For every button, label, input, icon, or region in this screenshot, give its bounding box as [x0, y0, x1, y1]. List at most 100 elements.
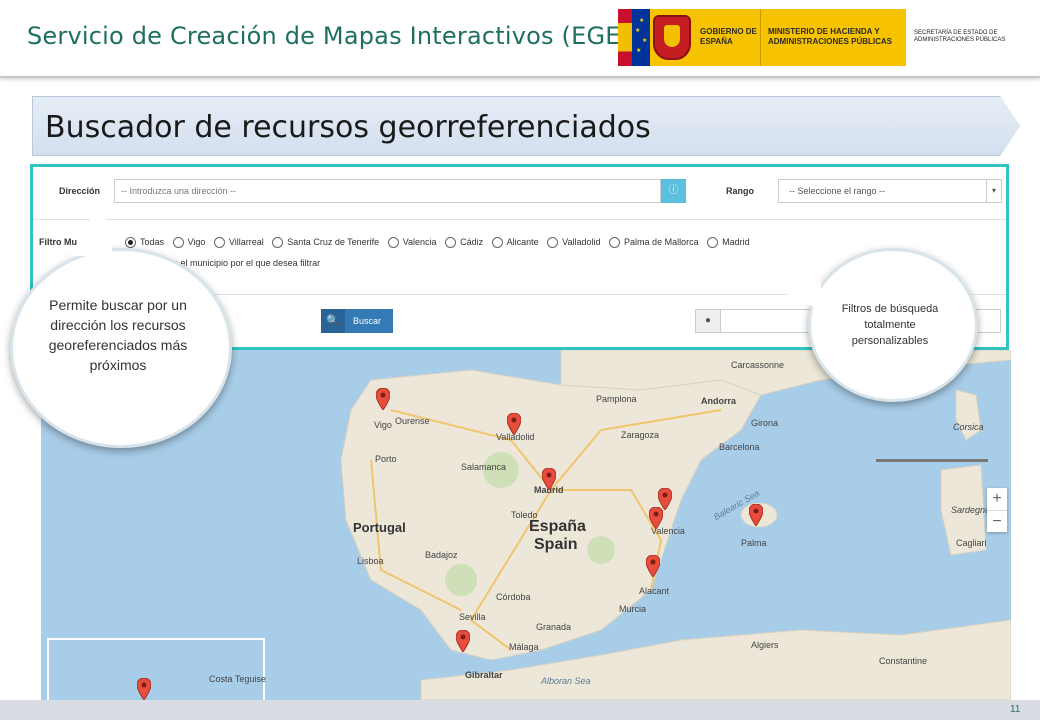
radio-circle-icon	[707, 237, 719, 249]
radio-madrid[interactable]: Madrid	[707, 237, 750, 249]
map-label-pamplona: Pamplona	[596, 394, 637, 404]
map-label-toledo: Toledo	[511, 510, 538, 520]
map-marker-valladolid[interactable]	[507, 413, 521, 435]
map-zoom-controls: + −	[987, 488, 1007, 532]
map-label-murcia: Murcia	[619, 604, 647, 614]
zoom-in-button[interactable]: +	[987, 488, 1007, 511]
radio-label-vigo: Vigo	[187, 237, 206, 247]
map-label-salamanca: Salamanca	[461, 462, 507, 472]
buscar-label: Buscar	[353, 316, 382, 326]
map-marker-santa-cruz[interactable]	[137, 678, 151, 700]
map-label-espana: España	[529, 518, 586, 535]
radio-label-palma: Palma de Mallorca	[624, 237, 699, 247]
map-marker-cadiz[interactable]	[456, 630, 470, 652]
map-marker-alicante[interactable]	[646, 555, 660, 577]
map-marker-vigo[interactable]	[376, 388, 390, 410]
page-title: Servicio de Creación de Mapas Interactiv…	[27, 22, 650, 50]
filtro-label: Filtro Mu	[39, 237, 77, 247]
radio-circle-icon	[609, 237, 621, 249]
map-label-granada: Granada	[536, 622, 572, 632]
radio-circle-icon	[445, 237, 457, 249]
zoom-out-button[interactable]: −	[987, 511, 1007, 533]
section-title: Buscador de recursos georreferenciados	[45, 110, 651, 145]
ministerio-text: MINISTERIO DE HACIENDA Y ADMINISTRACIONE…	[768, 27, 893, 46]
rango-select-value: -- Seleccione el rango --	[789, 186, 886, 196]
map-label-algiers: Algiers	[751, 640, 779, 650]
direccion-label: Dirección	[59, 186, 101, 196]
map-label-lisboa: Lisboa	[357, 556, 384, 566]
map-label-corsica: Corsica	[953, 422, 984, 432]
radio-label-todas: Todas	[140, 237, 165, 247]
rango-select[interactable]: -- Seleccione el rango -- ▾	[778, 179, 1002, 203]
radio-valencia[interactable]: Valencia	[387, 237, 437, 249]
callout-filtros-text: Filtros de búsqueda totalmente personali…	[841, 303, 939, 347]
callout-pointer	[781, 281, 821, 311]
radio-selected-icon	[125, 237, 136, 249]
radio-label-madrid: Madrid	[722, 237, 750, 247]
map-label-cagliari: Cagliari	[956, 538, 987, 548]
chevron-down-icon: ▾	[986, 180, 1001, 202]
callout-pointer	[73, 196, 113, 256]
map-label-sevilla: Sevilla	[459, 612, 486, 622]
map-label-barcelona: Barcelona	[719, 442, 760, 452]
search-icon: 🔍	[321, 309, 345, 333]
radio-circle-icon	[547, 237, 559, 249]
radio-villarreal[interactable]: Villarreal	[213, 237, 264, 249]
map-label-costa-teguise: Costa Teguise	[209, 674, 266, 684]
direccion-input[interactable]: -- Introduzca una dirección --	[114, 179, 661, 203]
logo-divider	[760, 9, 761, 66]
gobierno-logo: ★ ★ ★ ★ GOBIERNO DE ESPAÑA MINISTERIO DE HA…	[618, 9, 906, 66]
eu-flag-icon: ★ ★ ★ ★	[632, 9, 650, 66]
map-label-cordoba: Córdoba	[496, 592, 531, 602]
radio-label-alicante: Alicante	[506, 237, 539, 247]
radio-circle-icon	[272, 237, 284, 249]
map-divider-line	[876, 459, 988, 462]
map-label-alboran: Alboran Sea	[541, 676, 591, 686]
map-label-spain: Spain	[534, 536, 578, 553]
radio-todas[interactable]: Todas	[125, 237, 165, 249]
canarias-inset[interactable]: Costa Teguise	[47, 638, 266, 700]
page-number: 11	[1010, 704, 1021, 715]
globe-icon: ●	[696, 310, 721, 332]
map-label-portugal: Portugal	[353, 520, 406, 535]
radio-palma[interactable]: Palma de Mallorca	[609, 237, 699, 249]
radio-vigo[interactable]: Vigo	[172, 237, 206, 249]
callout-direccion: Permite buscar por un dirección los recu…	[10, 196, 232, 448]
radio-circle-icon	[387, 237, 399, 249]
radio-valladolid[interactable]: Valladolid	[547, 237, 601, 249]
map-label-constantine: Constantine	[879, 656, 928, 666]
secretaria-text: SECRETARÍA DE ESTADO DE ADMINISTRACIONES…	[914, 30, 1006, 43]
map-marker-madrid[interactable]	[542, 468, 556, 490]
radio-circle-icon	[491, 237, 503, 249]
map-label-malaga: Málaga	[509, 642, 539, 652]
spain-flag-icon	[618, 9, 632, 66]
section-header: Buscador de recursos georreferenciados	[32, 96, 1020, 156]
map-label-alacant: Alacant	[639, 586, 670, 596]
header: Servicio de Creación de Mapas Interactiv…	[0, 0, 1040, 78]
map-label-porto: Porto	[375, 454, 397, 464]
radio-circle-icon	[172, 237, 184, 249]
callout-direccion-text: Permite buscar por un dirección los recu…	[48, 297, 188, 373]
map-label-palma: Palma	[741, 538, 767, 548]
map-label-vigo: Vigo	[374, 420, 392, 430]
radio-label-valladolid: Valladolid	[562, 237, 601, 247]
callout-filtros: Filtros de búsqueda totalmente personali…	[781, 248, 978, 402]
radio-alicante[interactable]: Alicante	[491, 237, 539, 249]
gobierno-text: GOBIERNO DE ESPAÑA	[700, 27, 757, 46]
filtro-hint: e el municipio por el que desea filtrar	[173, 258, 321, 268]
radio-label-cadiz: Cádiz	[460, 237, 484, 247]
map-marker-valencia[interactable]	[649, 507, 663, 529]
row-divider	[33, 219, 1006, 220]
coat-of-arms-icon	[653, 15, 691, 60]
map-marker-palma[interactable]	[749, 504, 763, 526]
radio-santa-cruz[interactable]: Santa Cruz de Tenerife	[272, 237, 380, 249]
radio-label-valencia: Valencia	[402, 237, 437, 247]
radio-cadiz[interactable]: Cádiz	[445, 237, 484, 249]
info-icon[interactable]: ⓘ	[661, 179, 686, 203]
map-label-girona: Girona	[751, 418, 779, 428]
map-label-carcassonne: Carcassonne	[731, 360, 785, 370]
radio-circle-icon	[213, 237, 225, 249]
buscar-button[interactable]: 🔍 Buscar	[321, 309, 393, 333]
radio-label-santa-cruz: Santa Cruz de Tenerife	[287, 237, 380, 247]
rango-label: Rango	[726, 186, 754, 196]
